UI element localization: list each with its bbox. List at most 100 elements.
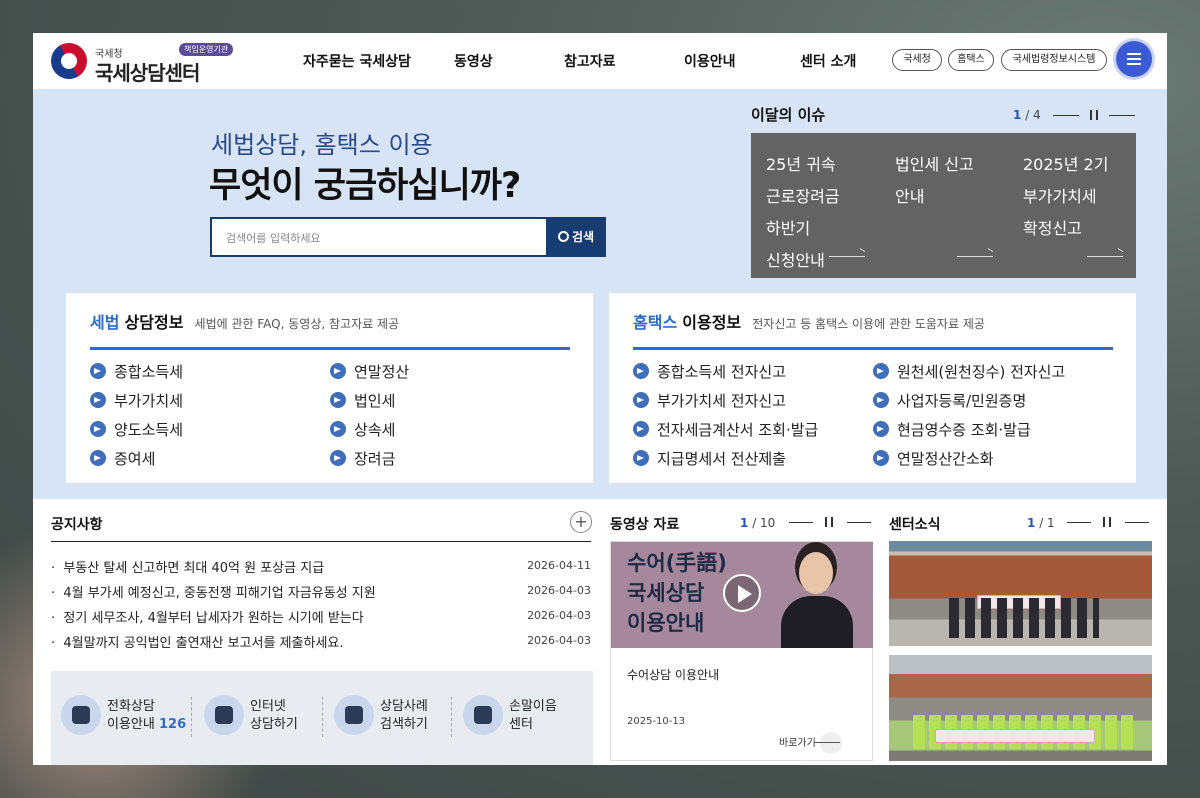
tax-item[interactable]: 장려금 [330, 448, 395, 469]
news-photo[interactable] [889, 655, 1152, 761]
search-icon [557, 231, 569, 242]
issue-item[interactable]: 법인세 신고 안내 [895, 149, 1003, 213]
hometax-item[interactable]: 부가가치세 전자신고 [633, 390, 786, 411]
arrow-right-icon [813, 732, 842, 754]
arrow-right-icon [1087, 251, 1123, 257]
tax-card-title: 세법 상담정보 세법에 관한 FAQ, 동영상, 참고자료 제공 [90, 309, 399, 333]
ext-link-nts[interactable]: 국세청 [892, 49, 942, 71]
tax-item[interactable]: 법인세 [330, 390, 395, 411]
arrow-circle-icon [330, 363, 346, 379]
arrow-circle-icon [330, 450, 346, 466]
pause-icon[interactable] [825, 517, 833, 527]
hometax-card-title-accent: 홈택스 [633, 313, 678, 332]
hometax-item[interactable]: 연말정산간소화 [873, 448, 994, 469]
issue-title: 이달의 이슈 [751, 106, 826, 124]
separator [451, 697, 452, 737]
hometax-card-title: 홈택스 이용정보 전자신고 등 홈택스 이용에 관한 도움자료 제공 [633, 309, 985, 333]
video-thumb-text: 수어(手語) 국세상담 이용안내 [627, 551, 727, 635]
site-logo[interactable]: 국세청 책임운영기관 국세상담센터 [44, 36, 234, 86]
hometax-item[interactable]: 사업자등록/민원증명 [873, 390, 1026, 411]
arrow-circle-icon [633, 392, 649, 408]
search-button[interactable]: 검색 [546, 217, 606, 257]
pause-icon[interactable] [1090, 110, 1098, 120]
tax-card-title-accent: 세법 [90, 313, 120, 332]
notice-row[interactable]: · 4월 부가세 예정신고, 중동전쟁 피해기업 자금유동성 지원 2026-04… [51, 582, 591, 602]
video-pager: 1 / 10 [740, 516, 776, 530]
card-divider [90, 347, 570, 350]
arrow-circle-icon [90, 450, 106, 466]
nav-references[interactable]: 참고자료 [564, 51, 616, 71]
logo-badge: 책임운영기관 [179, 43, 234, 56]
issue-page-total: / 4 [1025, 108, 1041, 122]
prev-arrow-icon[interactable] [789, 522, 813, 523]
issue-page-current: 1 [1013, 108, 1022, 122]
building-icon [463, 695, 503, 735]
ext-link-law-system[interactable]: 국세법령정보시스템 [1001, 49, 1107, 71]
hometax-item[interactable]: 종합소득세 전자신고 [633, 361, 786, 382]
nav-video[interactable]: 동영상 [454, 51, 493, 71]
issue-slider: 25년 귀속 근로장려금 하반기 신청안내 법인세 신고 안내 2025년 2기… [751, 133, 1136, 278]
tax-info-card: 세법 상담정보 세법에 관한 FAQ, 동영상, 참고자료 제공 종합소득세 연… [66, 293, 593, 483]
issue-header: 이달의 이슈 1 / 4 [751, 104, 1135, 128]
notice-title: 공지사항 [51, 517, 103, 533]
tax-item[interactable]: 증여세 [90, 448, 155, 469]
tax-item[interactable]: 양도소득세 [90, 419, 183, 440]
hometax-item[interactable]: 지급명세서 전산제출 [633, 448, 786, 469]
tax-card-title-main: 상담정보 [124, 313, 184, 332]
video-section-title: 동영상 자료 [610, 517, 680, 533]
arrow-circle-icon [330, 392, 346, 408]
site-header: 국세청 책임운영기관 국세상담센터 자주묻는 국세상담 동영상 참고자료 이용안… [33, 33, 1167, 89]
presenter-image [777, 548, 857, 648]
hometax-item[interactable]: 현금영수증 조회·발급 [873, 419, 1031, 440]
next-arrow-icon[interactable] [847, 522, 871, 523]
tax-item[interactable]: 연말정산 [330, 361, 409, 382]
tax-item[interactable]: 상속세 [330, 419, 395, 440]
issue-item[interactable]: 2025년 2기 부가가치세 확정신고 [1023, 149, 1131, 245]
next-arrow-icon[interactable] [1125, 522, 1149, 523]
magnifier-icon [334, 695, 374, 735]
hometax-item[interactable]: 전자세금계산서 조회·발급 [633, 419, 818, 440]
hometax-card-title-main: 이용정보 [682, 313, 742, 332]
video-date: 2025-10-13 [627, 716, 686, 727]
prev-arrow-icon[interactable] [1053, 115, 1079, 116]
nav-guide[interactable]: 이용안내 [684, 51, 736, 71]
arrow-circle-icon [873, 363, 889, 379]
card-divider [633, 347, 1113, 350]
hometax-item[interactable]: 원천세(원천징수) 전자신고 [873, 361, 1065, 382]
video-thumbnail[interactable]: 수어(手語) 국세상담 이용안내 [611, 542, 873, 648]
more-plus-icon[interactable]: + [570, 511, 592, 533]
notice-divider [51, 541, 591, 542]
hometax-card-desc: 전자신고 등 홈택스 이용에 관한 도움자료 제공 [752, 317, 985, 331]
video-go-link[interactable]: 바로가기 [779, 732, 842, 754]
tax-item[interactable]: 부가가치세 [90, 390, 183, 411]
tax-card-desc: 세법에 관한 FAQ, 동영상, 참고자료 제공 [194, 317, 400, 331]
browser-page: 국세청 책임운영기관 국세상담센터 자주묻는 국세상담 동영상 참고자료 이용안… [33, 33, 1167, 765]
news-photo[interactable] [889, 541, 1152, 646]
nav-faq[interactable]: 자주묻는 국세상담 [303, 51, 411, 71]
ext-link-hometax[interactable]: 홈택스 [948, 49, 994, 71]
play-icon[interactable] [723, 574, 761, 612]
news-section-title: 센터소식 [889, 517, 941, 533]
issue-item[interactable]: 25년 귀속 근로장려금 하반기 신청안내 [766, 149, 874, 277]
video-card[interactable]: 수어(手語) 국세상담 이용안내 수어상담 이용안내 2025-10-13 바로가기 [610, 541, 873, 761]
phone-icon [61, 695, 101, 735]
search-input[interactable]: 검색어를 입력하세요 [226, 230, 321, 246]
notice-row[interactable]: · 정기 세무조사, 4월부터 납세자가 원하는 시기에 받는다 2026-04-… [51, 607, 591, 627]
nts-emblem-icon [44, 36, 94, 86]
video-caption[interactable]: 수어상담 이용안내 [627, 666, 719, 683]
nav-about[interactable]: 센터 소개 [800, 51, 856, 71]
hometax-info-card: 홈택스 이용정보 전자신고 등 홈택스 이용에 관한 도움자료 제공 종합소득세… [609, 293, 1136, 483]
hero-subtitle: 세법상담, 홈택스 이용 [211, 131, 433, 159]
hamburger-icon[interactable] [1116, 41, 1152, 77]
prev-arrow-icon[interactable] [1067, 522, 1091, 523]
hero-section: 세법상담, 홈택스 이용 무엇이 궁금하십니까? 검색어를 입력하세요 검색 이… [33, 89, 1167, 499]
pause-icon[interactable] [1103, 517, 1111, 527]
next-arrow-icon[interactable] [1109, 115, 1135, 116]
tax-item[interactable]: 종합소득세 [90, 361, 183, 382]
arrow-circle-icon [873, 421, 889, 437]
notice-row[interactable]: · 부동산 탈세 신고하면 최대 40억 원 포상금 지급 2026-04-11 [51, 557, 591, 577]
notice-row[interactable]: · 4월말까지 공익법인 출연재산 보고서를 제출하세요. 2026-04-03 [51, 632, 591, 652]
arrow-right-icon [957, 251, 993, 257]
monitor-icon [204, 695, 244, 735]
search-box: 검색어를 입력하세요 검색 [210, 217, 606, 257]
